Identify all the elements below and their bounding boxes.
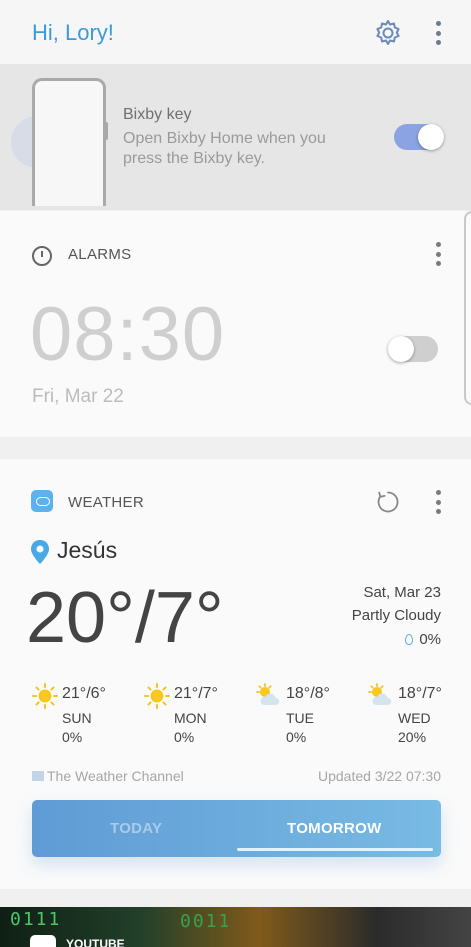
forecast-day: 21°/7° MON 0% [142, 683, 242, 753]
alarm-clock-icon [32, 246, 52, 266]
more-options-icon[interactable] [434, 21, 442, 45]
banner-background-art: 0011 [180, 911, 232, 932]
youtube-card-title: YOUTUBE [66, 937, 125, 947]
gear-icon[interactable] [373, 18, 403, 48]
precipitation: 0% [405, 631, 441, 648]
selected-tab-indicator [237, 848, 433, 851]
sunny-icon [32, 683, 58, 709]
partly-cloudy-icon [256, 683, 280, 705]
forecast-temp: 18°/7° [398, 685, 442, 702]
app-header: Hi, Lory! [0, 0, 471, 64]
alarms-card[interactable]: ALARMS 08:30 Fri, Mar 22 [0, 211, 471, 437]
bixby-key-description: Open Bixby Home when you press the Bixby… [123, 130, 326, 167]
bixby-key-toggle[interactable] [394, 124, 444, 150]
raindrop-icon [405, 634, 414, 645]
weather-channel-logo-icon [32, 771, 44, 781]
tab-tomorrow[interactable]: TOMORROW [287, 820, 382, 837]
alarm-time: 08:30 [30, 292, 226, 377]
forecast-precip: 0% [286, 729, 307, 745]
weather-card[interactable]: WEATHER Jesús 20°/7° Sat, Mar 23 Partly … [0, 459, 471, 889]
alarms-more-icon[interactable] [434, 242, 442, 266]
edge-panel-handle[interactable] [464, 211, 471, 405]
weather-date: Sat, Mar 23 [363, 584, 441, 601]
forecast-day-name: TUE [286, 710, 314, 726]
weather-app-icon [31, 490, 53, 512]
current-high-low: 20°/7° [26, 578, 224, 658]
forecast-day: 18°/8° TUE 0% [254, 683, 354, 753]
weather-updated-time: Updated 3/22 07:30 [318, 768, 441, 784]
greeting-title: Hi, Lory! [32, 20, 114, 45]
alarms-card-title: ALARMS [68, 246, 132, 263]
forecast-precip: 20% [398, 729, 427, 745]
forecast-temp: 18°/8° [286, 685, 330, 702]
weather-more-icon[interactable] [434, 490, 442, 514]
forecast-precip: 0% [174, 729, 195, 745]
weather-condition: Partly Cloudy [351, 607, 441, 624]
forecast-day: 21°/6° SUN 0% [30, 683, 130, 753]
weather-provider-label: The Weather Channel [47, 768, 184, 784]
alarm-toggle[interactable] [388, 336, 438, 362]
forecast-day-name: WED [398, 710, 431, 726]
bixby-key-panel: Bixby key Open Bixby Home when you press… [0, 64, 471, 210]
weather-location: Jesús [57, 537, 118, 563]
alarm-date: Fri, Mar 22 [32, 386, 124, 407]
bixby-button-illustration [104, 122, 108, 140]
weather-provider[interactable]: The Weather Channel [32, 768, 184, 784]
banner-background-art: 0111 [10, 909, 62, 930]
forecast-day-name: SUN [62, 710, 92, 726]
youtube-icon [30, 935, 56, 947]
precipitation-value: 0% [419, 631, 441, 648]
forecast-day: 18°/7° WED 20% [366, 683, 466, 753]
forecast-day-name: MON [174, 710, 207, 726]
youtube-card-preview[interactable]: 0111 0011 YOUTUBE [0, 907, 471, 947]
toggle-knob [418, 124, 444, 150]
forecast-temp: 21°/7° [174, 685, 218, 702]
tab-today[interactable]: TODAY [110, 820, 162, 837]
forecast-precip: 0% [62, 729, 83, 745]
toggle-knob [388, 336, 414, 362]
partly-cloudy-icon [368, 683, 392, 705]
phone-illustration-icon [32, 78, 106, 206]
refresh-icon[interactable] [376, 490, 400, 514]
forecast-temp: 21°/6° [62, 685, 106, 702]
weather-day-tabs: TODAY TOMORROW [32, 800, 441, 857]
location-pin-icon [31, 540, 49, 564]
bixby-key-title: Bixby key [123, 106, 192, 123]
sunny-icon [144, 683, 170, 709]
weather-card-title: WEATHER [68, 494, 144, 511]
